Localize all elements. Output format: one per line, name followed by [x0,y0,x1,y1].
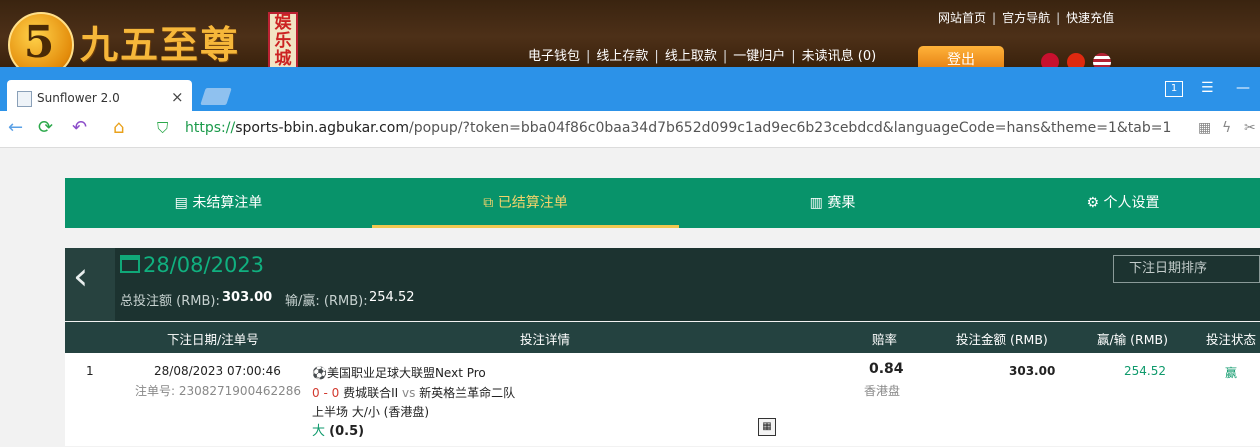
tab-results[interactable]: ▥ 赛果 [679,178,986,228]
total-stake-value: 303.00 [222,290,273,305]
sort-by-date-select[interactable]: 下注日期排序 [1113,255,1260,283]
bet-status: 赢 [1225,366,1238,380]
site-logo-name: 九五至尊 [80,22,241,67]
ewallet-link[interactable]: 电子钱包 [528,49,580,64]
odds-type: 香港盘 [864,384,901,398]
back-arrow-icon[interactable]: ← [8,117,23,138]
col-header-odds: 赔率 [872,332,898,347]
chevron-left-icon: ‹ [73,254,89,298]
active-tab-indicator [372,225,679,228]
bet-pick: 大 [312,424,326,439]
tab-count-icon[interactable]: 1 [1165,81,1183,97]
minimize-icon[interactable]: — [1236,80,1250,96]
home-team: 费城联合II [343,386,399,400]
quick-recharge-link[interactable]: 快速充值 [1066,11,1114,25]
tab-settled-bets[interactable]: ⧉ 已结算注单 [372,178,679,228]
deposit-link[interactable]: 线上存款 [596,49,648,64]
match-score: 0 - 0 [312,386,340,400]
withdraw-link[interactable]: 线上取款 [665,49,717,64]
col-header-date: 下注日期/注单号 [167,332,259,347]
lightning-icon[interactable]: ϟ [1222,120,1231,136]
row-index: 1 [86,364,94,378]
bet-odds: 0.84 [869,361,904,377]
summary-date: 28/08/2023 [143,253,265,277]
secure-shield-icon: ⛉ [157,119,169,137]
win-loss-value: 254.52 [369,290,415,305]
match-line: 0 - 0 费城联合II vs 新英格兰革命二队 [312,384,515,401]
new-tab-button[interactable] [200,88,232,105]
gear-icon: ⚙ [1086,195,1104,211]
consolidate-link[interactable]: 一键归户 [733,49,785,64]
tab-unsettled-bets[interactable]: ▤ 未结算注单 [65,178,372,228]
site-top-links: 网站首页 | 官方导航 | 快速充值 [938,11,1115,25]
col-header-winloss: 赢/输 (RMB) [1097,332,1168,347]
reload-icon[interactable]: ⟳ [38,117,53,138]
site-nav-links: 电子钱包 | 线上存款 | 线上取款 | 一键归户 | 未读讯息 (0) [528,49,877,64]
league-line: ⚽美国职业足球大联盟Next Pro [312,364,486,381]
url-scheme: https:// [185,120,236,136]
address-bar[interactable]: https://sports-bbin.agbukar.com/popup/?t… [185,120,1171,136]
cut-icon[interactable]: ✂ [1244,120,1256,136]
away-team: 新英格兰革命二队 [419,386,516,400]
calendar-icon [120,255,140,273]
league-name: 美国职业足球大联盟Next Pro [326,366,486,380]
site-logo-sub: 娱乐城 [268,12,298,72]
results-icon: ▥ [809,195,828,211]
col-header-detail: 投注详情 [520,332,571,347]
menu-icon[interactable]: ☰ [1201,80,1214,96]
settled-icon: ⧉ [483,195,498,211]
bet-pick-line: 大 (0.5) [312,420,364,439]
bet-datetime: 28/08/2023 07:00:46 [154,364,281,378]
bet-detail-icon[interactable]: ▦ [758,418,776,436]
url-host: sports-bbin.agbukar.com [235,120,409,136]
messages-link[interactable]: 未读讯息 (0) [802,49,877,64]
bet-number: 注单号: 2308271900462286 [135,384,302,398]
bet-market: 上半场 大/小 (香港盘) [312,405,430,419]
bet-line: (0.5) [329,424,365,439]
browser-tab-title: Sunflower 2.0 [37,91,120,105]
url-path: /popup/?token=bba04f86c0baa34d7b652d099c… [409,120,1172,136]
receipt-icon: ▤ [174,195,193,211]
col-header-amount: 投注金额 (RMB) [956,332,1048,347]
soccer-ball-icon: ⚽ [312,366,327,380]
qr-code-icon[interactable]: ▦ [1198,120,1211,136]
col-header-status: 投注状态 [1206,332,1257,347]
vs-label: vs [401,386,416,400]
official-nav-link[interactable]: 官方导航 [1002,11,1050,25]
total-stake-label: 总投注额 (RMB): [120,294,220,309]
undo-icon[interactable]: ↶ [72,117,87,138]
home-link[interactable]: 网站首页 [938,11,986,25]
close-tab-icon[interactable]: × [171,88,184,106]
win-loss-label: 输/赢: (RMB): [285,294,368,309]
site-logo-digit: 5 [23,17,55,68]
bet-winloss: 254.52 [1124,364,1166,378]
page-favicon-icon [17,91,32,107]
home-icon[interactable]: ⌂ [113,117,124,138]
tab-settings[interactable]: ⚙ 个人设置 [986,178,1260,228]
bet-amount: 303.00 [1009,364,1056,378]
